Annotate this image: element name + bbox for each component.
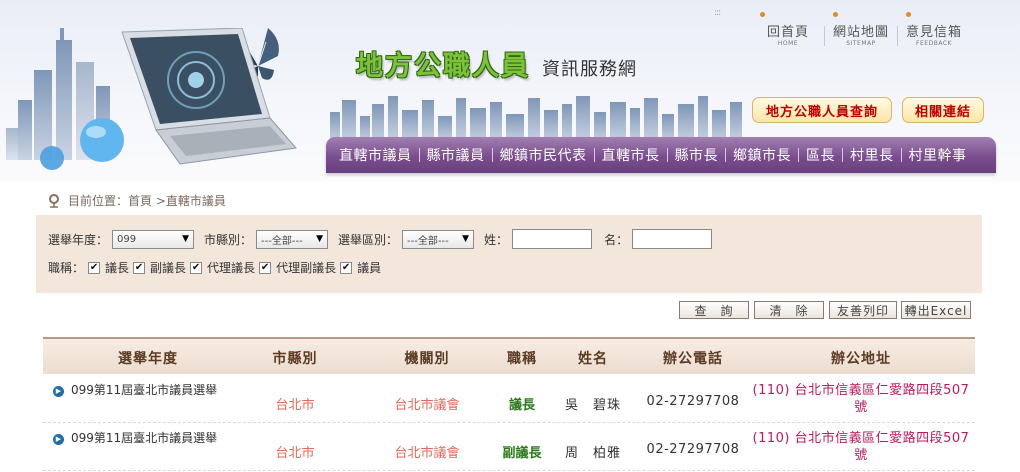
cell-year: ▶ 099第11屆臺北市議員選舉 [53,383,243,398]
export-excel-button[interactable]: 轉出Excel [901,301,971,319]
home-link[interactable]: 回首頁 HOME [752,12,824,47]
breadcrumb: 目前位置：首頁 >直轄市議員 [48,192,226,209]
cell-city: 台北市 [275,398,315,413]
table-row[interactable]: ▶ 099第11屆臺北市議員選舉 台北市 台北市議會 議長 吳 碧珠 02-272… [43,378,975,423]
cell-name: 周 柏雅 [564,446,621,461]
site-title-sub: 資訊服務網 [542,59,637,80]
feedback-link-label: 意見信箱 [905,25,962,40]
arrow-right-icon: ▶ [53,434,64,445]
bullet-icon [906,12,911,17]
checkbox-acting-deputy-speaker[interactable]: ✔ [259,261,272,274]
column-header-name: 姓名 [578,351,608,367]
print-button[interactable]: 友善列印 [829,301,897,319]
nav-item-village-officer[interactable]: 村里幹事 [902,145,974,165]
bullet-icon [760,12,765,17]
checkbox-acting-speaker-label: 代理議長 [207,261,256,275]
checkbox-deputy-speaker-label: 副議長 [150,261,187,275]
globe-graphic [40,118,124,170]
arrow-right-icon: ▶ [53,386,64,397]
site-banner: 地方公職人員 資訊服務網 ::: 回首頁 HOME 網站地圖 SITEMAP 意… [0,0,1020,182]
column-header-city: 市縣別 [272,351,318,367]
feedback-link-sublabel: FEEDBACK [916,40,952,47]
related-links-button[interactable]: 相關連結 [902,97,984,123]
column-header-year: 選舉年度 [118,351,178,367]
nav-item-township-mayor[interactable]: 鄉鎮市長 [726,145,798,165]
city-select[interactable]: ---全部--- ▼ [256,229,329,249]
search-row-1: 選舉年度： 099 ▼ 市縣別： ---全部--- ▼ 選舉區別： ---全部-… [48,229,713,249]
dropdown-arrow-icon: ▼ [182,234,190,244]
city-label: 市縣別： [204,232,253,247]
location-pin-icon [49,193,59,208]
checkbox-councilor-label: 議員 [357,261,382,275]
cell-year: ▶ 099第11屆臺北市議員選舉 [53,431,243,446]
nav-item-county-councilor[interactable]: 縣市議員 [420,145,492,165]
nav-item-county-mayor[interactable]: 縣市長 [668,145,726,165]
nav-item-district-chief[interactable]: 區長 [799,145,842,165]
official-search-button[interactable]: 地方公職人員查詢 [752,97,892,123]
table-header: 選舉年度 市縣別 機關別 職稱 姓名 辦公電話 辦公地址 [43,337,975,374]
nav-item-village-chief[interactable]: 村里長 [843,145,901,165]
district-label: 選舉區別： [338,232,399,247]
home-link-sublabel: HOME [777,40,799,47]
surname-label: 姓： [484,232,509,247]
cell-year-text: 099第11屆臺北市議員選舉 [71,383,218,397]
clear-button[interactable]: 清 除 [754,301,824,319]
cell-city: 台北市 [275,446,315,461]
cell-address: (110) 台北市信義區仁愛路四段507號 [752,431,970,463]
home-link-label: 回首頁 [766,25,809,40]
sitemap-link-sublabel: SITEMAP [846,40,876,47]
checkbox-acting-speaker[interactable]: ✔ [190,261,203,274]
district-select[interactable]: ---全部--- ▼ [402,229,475,249]
column-header-phone: 辦公電話 [663,351,723,367]
checkbox-acting-deputy-speaker-label: 代理副議長 [276,261,337,275]
menu-dots-icon: ::: [714,8,721,18]
dropdown-arrow-icon: ▼ [462,234,470,244]
nav-item-township-representative[interactable]: 鄉鎮市民代表 [493,145,594,165]
checkbox-speaker[interactable]: ✔ [88,261,101,274]
cell-phone: 02-27297708 [646,394,740,409]
site-title-main: 地方公職人員 [356,51,530,82]
breadcrumb-text: 目前位置：首頁 >直轄市議員 [68,194,226,208]
nav-item-municipal-mayor[interactable]: 直轄市長 [595,145,667,165]
main-nav: 直轄市議員 縣市議員 鄉鎮市民代表 直轄市長 縣市長 鄉鎮市長 區長 村里長 村… [326,137,996,173]
cell-address: (110) 台北市信義區仁愛路四段507號 [752,383,970,415]
checkbox-speaker-label: 議長 [105,261,130,275]
table-row[interactable]: ▶ 099第11屆臺北市議員選舉 台北市 台北市議會 副議長 周 柏雅 02-27… [43,426,975,471]
nav-item-municipal-councilor[interactable]: 直轄市議員 [332,145,419,165]
checkbox-deputy-speaker[interactable]: ✔ [133,261,146,274]
year-label: 選舉年度： [48,232,109,247]
district-select-value: ---全部--- [407,235,449,247]
query-button[interactable]: 查 詢 [679,301,749,319]
search-row-2: 職稱： ✔ 議長 ✔ 副議長 ✔ 代理議長 ✔ 代理副議長 ✔ 議員 [48,259,381,276]
laptop-graphic [121,28,297,165]
cell-name: 吳 碧珠 [564,398,621,413]
site-title: 地方公職人員 資訊服務網 [356,44,637,83]
given-name-input[interactable] [632,229,713,249]
search-panel: 選舉年度： 099 ▼ 市縣別： ---全部--- ▼ 選舉區別： ---全部-… [36,215,982,293]
sitemap-link[interactable]: 網站地圖 SITEMAP [825,12,897,47]
feedback-link[interactable]: 意見信箱 FEEDBACK [898,12,970,47]
given-name-label: 名： [604,232,629,247]
sitemap-link-label: 網站地圖 [832,25,889,40]
position-label: 職稱： [48,261,85,275]
column-header-address: 辦公地址 [831,351,891,367]
year-select[interactable]: 099 ▼ [112,229,195,249]
top-links: 回首頁 HOME 網站地圖 SITEMAP 意見信箱 FEEDBACK [752,12,970,47]
cell-year-text: 099第11屆臺北市議員選舉 [71,431,218,445]
year-select-value: 099 [117,233,137,245]
checkbox-councilor[interactable]: ✔ [340,261,353,274]
dropdown-arrow-icon: ▼ [316,234,324,244]
surname-input[interactable] [512,229,593,249]
cell-phone: 02-27297708 [646,442,740,457]
city-select-value: ---全部--- [261,235,303,247]
bullet-icon [833,12,838,17]
